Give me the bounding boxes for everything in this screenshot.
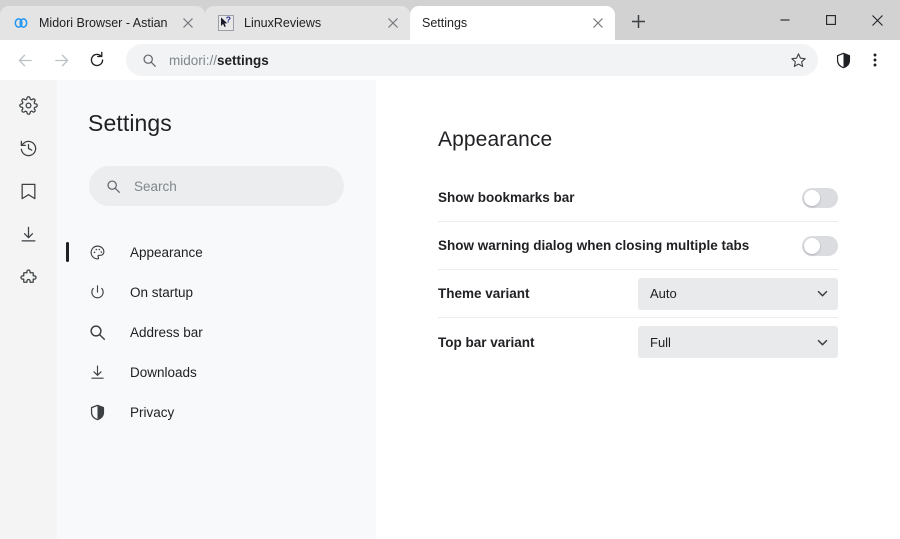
browser-sidebar: [0, 80, 57, 539]
sidebar-item-label: On startup: [130, 284, 194, 300]
minimize-button[interactable]: [762, 0, 808, 40]
tab-linuxreviews[interactable]: ? LinuxReviews: [205, 6, 410, 40]
sidebar-item-privacy[interactable]: Privacy: [57, 392, 376, 432]
settings-rows: Show bookmarks bar Show warning dialog w…: [438, 174, 838, 366]
cursor-question-icon: ?: [217, 14, 235, 32]
new-tab-button[interactable]: [623, 6, 653, 36]
setting-label: Theme variant: [438, 286, 530, 301]
setting-row-show-warning-dialog: Show warning dialog when closing multipl…: [438, 222, 838, 270]
sidebar-item-extensions[interactable]: [11, 262, 47, 292]
settings-nav: Appearance On startup Address bar Downlo…: [57, 232, 376, 432]
sidebar-item-label: Privacy: [130, 404, 175, 420]
close-icon[interactable]: [179, 14, 197, 32]
shield-icon[interactable]: [828, 43, 858, 77]
settings-panel: Settings Search Appearance On startup Ad…: [57, 80, 376, 539]
setting-label: Show warning dialog when closing multipl…: [438, 238, 750, 253]
power-icon: [88, 283, 106, 301]
search-input[interactable]: Search: [89, 166, 344, 206]
svg-text:?: ?: [226, 15, 231, 25]
search-placeholder: Search: [134, 178, 177, 194]
top-bar-variant-select[interactable]: Full: [638, 326, 838, 358]
arrow-right-icon[interactable]: [44, 43, 78, 77]
more-vertical-icon[interactable]: [860, 43, 890, 77]
midori-logo-icon: [12, 14, 30, 32]
close-icon[interactable]: [589, 14, 607, 32]
theme-variant-select[interactable]: Auto: [638, 277, 838, 310]
sidebar-item-label: Appearance: [130, 244, 203, 260]
search-icon: [105, 178, 122, 195]
page-title: Settings: [88, 110, 172, 136]
sidebar-item-appearance[interactable]: Appearance: [57, 232, 376, 272]
active-indicator: [66, 242, 69, 262]
url-host: settings: [217, 52, 269, 68]
sidebar-item-bookmarks[interactable]: [11, 176, 47, 206]
search-icon: [140, 51, 158, 69]
search-icon: [88, 323, 106, 341]
sidebar-item-address-bar[interactable]: Address bar: [57, 312, 376, 352]
download-icon: [88, 363, 106, 381]
tab-title: Settings: [422, 16, 468, 30]
reload-icon[interactable]: [80, 43, 114, 77]
browser-window: Midori Browser - Astian ? LinuxReviews S…: [0, 0, 900, 539]
chevron-down-icon: [817, 337, 828, 348]
tab-strip: Midori Browser - Astian ? LinuxReviews S…: [0, 0, 900, 40]
tab-midori-browser[interactable]: Midori Browser - Astian: [0, 6, 205, 40]
setting-row-show-bookmarks-bar: Show bookmarks bar: [438, 174, 838, 222]
settings-content: Appearance Show bookmarks bar Show warni…: [376, 80, 900, 539]
page-body: Settings Search Appearance On startup Ad…: [0, 80, 900, 539]
close-button[interactable]: [854, 0, 900, 40]
close-icon[interactable]: [384, 14, 402, 32]
url-text: midori://settings: [169, 53, 784, 68]
setting-label: Top bar variant: [438, 334, 535, 350]
address-bar[interactable]: midori://settings: [126, 44, 818, 76]
url-scheme: midori://: [169, 52, 218, 68]
sidebar-item-label: Address bar: [130, 324, 203, 340]
select-value: Auto: [650, 286, 677, 301]
star-icon[interactable]: [784, 46, 812, 74]
bookmark-icon: [19, 182, 38, 201]
chevron-down-icon: [817, 288, 828, 299]
gear-icon: [19, 95, 38, 115]
browser-toolbar: midori://settings: [0, 40, 900, 80]
sidebar-item-settings[interactable]: [11, 90, 47, 120]
show-warning-dialog-toggle[interactable]: [802, 235, 838, 256]
sidebar-item-on-startup[interactable]: On startup: [57, 272, 376, 312]
tab-list: Midori Browser - Astian ? LinuxReviews S…: [0, 0, 653, 40]
tab-title: LinuxReviews: [244, 16, 322, 30]
show-bookmarks-bar-toggle[interactable]: [802, 187, 838, 208]
toggle-knob: [804, 189, 820, 206]
puzzle-icon: [19, 268, 38, 287]
setting-label: Show bookmarks bar: [438, 190, 575, 205]
setting-row-top-bar-variant: Top bar variant Full: [438, 318, 838, 366]
history-clock-icon: [19, 139, 38, 158]
palette-icon: [88, 243, 106, 261]
tab-title: Midori Browser - Astian: [39, 16, 168, 30]
window-controls: [762, 0, 900, 40]
toggle-knob: [804, 237, 820, 254]
tab-settings[interactable]: Settings: [410, 6, 615, 40]
shield-icon: [88, 403, 106, 421]
sidebar-item-history[interactable]: [11, 133, 47, 163]
select-value: Full: [650, 334, 671, 350]
download-icon: [19, 225, 38, 244]
search-wrapper: Search: [57, 137, 376, 206]
sidebar-item-label: Downloads: [130, 364, 197, 380]
maximize-button[interactable]: [808, 0, 854, 40]
arrow-left-icon[interactable]: [8, 43, 42, 77]
sidebar-item-downloads[interactable]: [11, 219, 47, 249]
sidebar-item-downloads[interactable]: Downloads: [57, 352, 376, 392]
section-heading: Appearance: [438, 128, 553, 151]
setting-row-theme-variant: Theme variant Auto: [438, 270, 838, 318]
